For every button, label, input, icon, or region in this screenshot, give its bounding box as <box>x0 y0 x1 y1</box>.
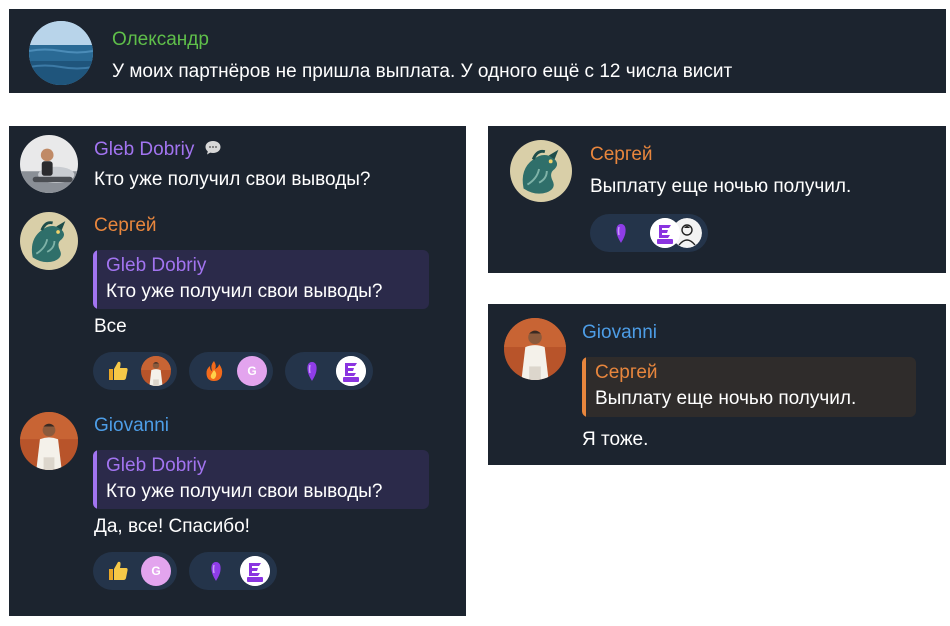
avatar-giovanni[interactable] <box>504 318 566 380</box>
reaction-thumbs-up[interactable] <box>93 352 177 390</box>
fire-icon <box>201 359 227 383</box>
reactor-avatar-g: G <box>237 356 267 386</box>
message-text: Да, все! Спасибо! <box>94 516 250 537</box>
avatar-giovanni[interactable] <box>20 412 78 470</box>
reaction-purple-heart[interactable] <box>189 552 277 590</box>
avatar-oleksandr[interactable] <box>29 21 93 85</box>
quote-sender: Сергей <box>595 362 658 383</box>
reaction-purple-heart[interactable] <box>590 214 708 252</box>
message-right-top: Сергей Выплату еще ночью получил. <box>488 126 946 273</box>
reaction-thumbs-up[interactable]: G <box>93 552 177 590</box>
reply-quote[interactable]: Gleb Dobriy Кто уже получил свои выводы? <box>93 450 429 509</box>
avatar-sergey[interactable] <box>510 140 572 202</box>
quote-bar <box>93 250 97 309</box>
chat-thread-left: Gleb Dobriy Кто уже получил свои выводы?… <box>9 126 466 616</box>
quote-bar <box>582 357 586 417</box>
reply-quote[interactable]: Gleb Dobriy Кто уже получил свои выводы? <box>93 250 429 309</box>
quote-text: Кто уже получил свои выводы? <box>106 281 383 302</box>
avatar-gleb[interactable] <box>20 135 78 193</box>
message-text: Я тоже. <box>582 429 649 450</box>
thumbs-up-icon <box>105 359 131 383</box>
quote-bar <box>93 450 97 509</box>
reactor-avatar-g: G <box>141 556 171 586</box>
reaction-fire[interactable]: G <box>189 352 273 390</box>
quote-text: Выплату еще ночью получил. <box>595 388 857 409</box>
purple-heart-icon <box>299 359 325 383</box>
reactor-avatar-giovanni <box>141 356 171 386</box>
sender-name-text: Gleb Dobriy <box>94 139 195 160</box>
purple-heart-icon <box>203 559 229 583</box>
speech-bubble-icon <box>204 139 222 157</box>
reactor-avatar-admin-logo <box>650 218 680 248</box>
reaction-purple-heart[interactable] <box>285 352 373 390</box>
quote-text: Кто уже получил свои выводы? <box>106 481 383 502</box>
reactor-avatar-admin-logo <box>240 556 270 586</box>
sender-name[interactable]: Сергей <box>590 143 653 167</box>
quote-sender: Gleb Dobriy <box>106 455 207 476</box>
sender-name[interactable]: Сергей <box>94 214 157 238</box>
message-top: Олександр У моих партнёров не пришла вып… <box>9 9 946 93</box>
sender-name[interactable]: Giovanni <box>94 414 169 438</box>
message-text: Выплату еще ночью получил. <box>590 176 852 197</box>
sender-name[interactable]: Олександр <box>112 28 209 52</box>
quote-sender: Gleb Dobriy <box>106 255 207 276</box>
sender-name[interactable]: Giovanni <box>582 321 657 345</box>
message-right-bottom: Giovanni Сергей Выплату еще ночью получи… <box>488 304 946 465</box>
thumbs-up-icon <box>105 559 131 583</box>
message-text: Все <box>94 316 127 337</box>
reactor-avatar-admin-logo <box>336 356 366 386</box>
purple-heart-icon <box>608 221 634 245</box>
avatar-sergey[interactable] <box>20 212 78 270</box>
message-text: Кто уже получил свои выводы? <box>94 169 371 190</box>
reply-quote[interactable]: Сергей Выплату еще ночью получил. <box>582 357 916 417</box>
sender-name[interactable]: Gleb Dobriy <box>94 138 222 162</box>
message-text: У моих партнёров не пришла выплата. У од… <box>112 61 733 82</box>
